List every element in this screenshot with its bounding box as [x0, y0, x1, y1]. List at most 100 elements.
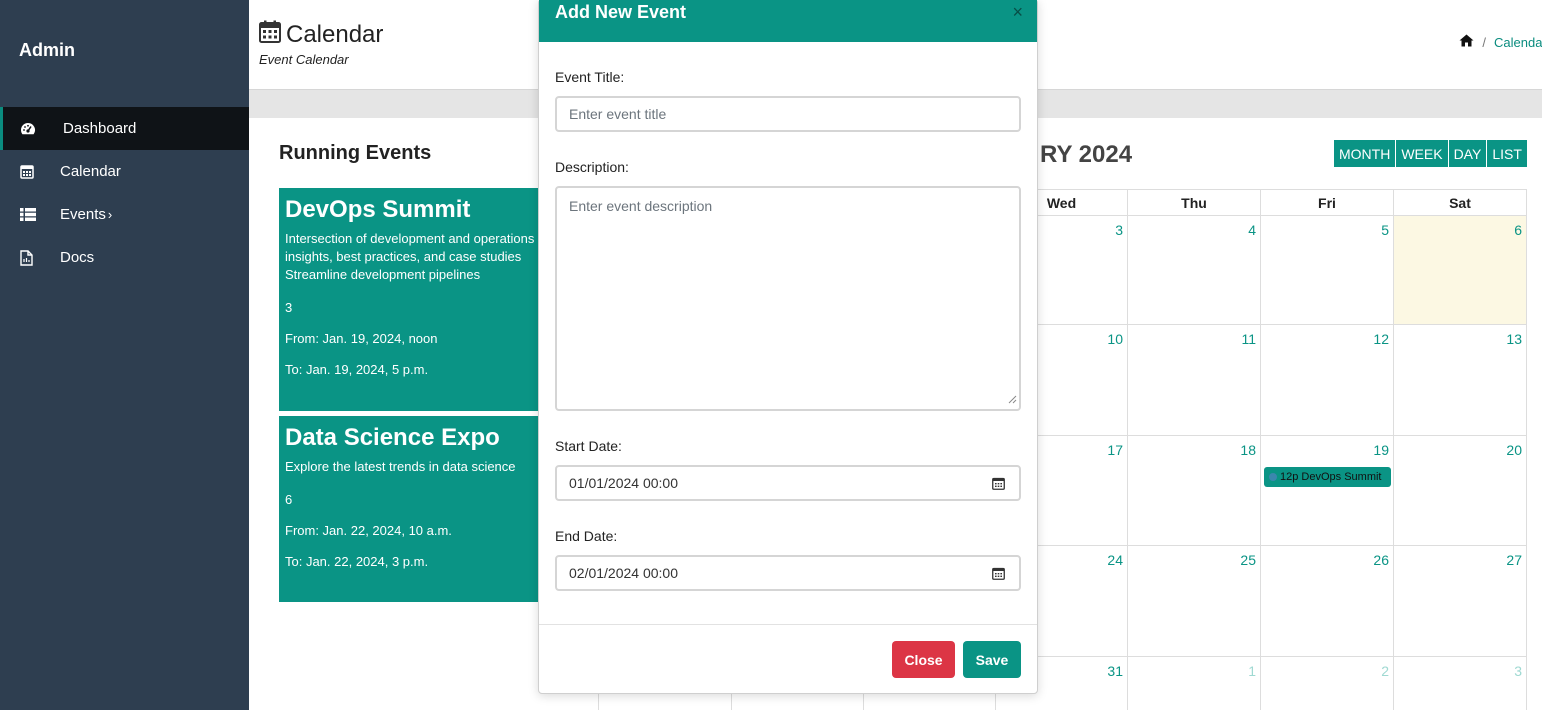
start-date-value: 01/01/2024 00:00: [569, 475, 678, 491]
home-icon[interactable]: [1459, 34, 1474, 50]
calendar-day-cell[interactable]: 25: [1128, 546, 1261, 657]
day-number: 10: [1107, 331, 1123, 347]
brand-title: Admin: [19, 40, 75, 60]
view-month-button[interactable]: MONTH: [1334, 140, 1397, 167]
view-day-button[interactable]: DAY: [1448, 140, 1488, 167]
event-card-to: To: Jan. 22, 2024, 3 p.m.: [285, 554, 429, 569]
end-date-value: 02/01/2024 00:00: [569, 565, 678, 581]
day-number: 1: [1248, 663, 1256, 679]
breadcrumb-separator: /: [1482, 34, 1486, 50]
view-week-button[interactable]: WEEK: [1396, 140, 1449, 167]
day-number: 6: [1514, 222, 1522, 238]
sidebar-item-events[interactable]: Events ›: [0, 193, 249, 236]
event-card-title: Data Science Expo: [285, 424, 500, 451]
calendar-picker-icon[interactable]: [992, 477, 1005, 493]
event-title-input[interactable]: Enter event title: [555, 96, 1021, 132]
day-number: 18: [1240, 442, 1256, 458]
page-subtitle: Event Calendar: [259, 52, 349, 67]
list-icon: [0, 208, 60, 221]
day-number: 17: [1107, 442, 1123, 458]
breadcrumb: / Calendar: [1459, 34, 1542, 50]
description-placeholder: Enter event description: [569, 198, 713, 214]
day-number: 3: [1115, 222, 1123, 238]
calendar-day-header: Thu: [1128, 189, 1261, 216]
day-number: 19: [1373, 442, 1389, 458]
calendar-view-switcher: MONTH WEEK DAY LIST: [1334, 140, 1527, 167]
event-card-title: DevOps Summit: [285, 196, 471, 223]
save-button[interactable]: Save: [963, 641, 1021, 678]
day-number: 3: [1514, 663, 1522, 679]
event-card-description: Explore the latest trends in data scienc…: [285, 459, 516, 474]
sidebar-item-label: Dashboard: [63, 120, 137, 137]
day-number: 12: [1373, 331, 1389, 347]
calendar-event-label: 12p DevOps Summit: [1280, 471, 1382, 483]
day-number: 5: [1381, 222, 1389, 238]
calendar-day-cell[interactable]: 1: [1128, 657, 1261, 710]
day-number: 4: [1248, 222, 1256, 238]
sidebar-item-label: Docs: [60, 249, 95, 266]
calendar-day-cell[interactable]: 2: [1261, 657, 1394, 710]
day-number: 2: [1381, 663, 1389, 679]
calendar-day-cell[interactable]: 4: [1128, 216, 1261, 325]
end-date-input[interactable]: 02/01/2024 00:00: [555, 555, 1021, 591]
calendar-day-cell[interactable]: 11: [1128, 325, 1261, 436]
day-number: 24: [1107, 552, 1123, 568]
event-card-description: Intersection of development and operatio…: [285, 231, 549, 282]
modal-footer-divider: [539, 624, 1037, 625]
calendar-picker-icon[interactable]: [992, 567, 1005, 583]
event-card[interactable]: DevOps Summit Intersection of developmen…: [279, 188, 549, 411]
sidebar-item-label: Calendar: [60, 163, 121, 180]
day-number: 20: [1506, 442, 1522, 458]
calendar-day-cell[interactable]: 19 12p DevOps Summit: [1261, 436, 1394, 546]
running-events-title: Running Events: [279, 142, 432, 164]
calendar-day-cell[interactable]: 13: [1394, 325, 1527, 436]
close-button[interactable]: Close: [892, 641, 955, 678]
event-title-label: Event Title:: [555, 69, 625, 85]
day-number: 26: [1373, 552, 1389, 568]
event-card-from: From: Jan. 19, 2024, noon: [285, 331, 438, 346]
day-number: 27: [1506, 552, 1522, 568]
start-date-label: Start Date:: [555, 438, 622, 454]
calendar-day-cell[interactable]: 12: [1261, 325, 1394, 436]
calendar-day-cell[interactable]: 26: [1261, 546, 1394, 657]
page-title-text: Calendar: [286, 21, 384, 48]
description-label: Description:: [555, 159, 629, 175]
breadcrumb-current[interactable]: Calendar: [1494, 35, 1542, 50]
page-title: Calendar: [259, 20, 383, 50]
start-date-input[interactable]: 01/01/2024 00:00: [555, 465, 1021, 501]
calendar-day-cell[interactable]: 18: [1128, 436, 1261, 546]
calendar-day-cell[interactable]: 27: [1394, 546, 1527, 657]
event-card-to: To: Jan. 19, 2024, 5 p.m.: [285, 362, 429, 377]
view-list-button[interactable]: LIST: [1487, 140, 1527, 167]
event-card[interactable]: Data Science Expo Explore the latest tre…: [279, 416, 549, 602]
sidebar-item-dashboard[interactable]: Dashboard: [0, 107, 249, 150]
sidebar: Admin Dashboard Calendar Events › Docs: [0, 0, 249, 710]
sidebar-item-docs[interactable]: Docs: [0, 236, 249, 279]
day-number: 25: [1240, 552, 1256, 568]
calendar-day-header: Fri: [1261, 189, 1394, 216]
resize-handle-icon[interactable]: [1008, 391, 1017, 407]
document-icon: [0, 249, 60, 266]
modal-title: Add New Event: [555, 2, 687, 22]
calendar-icon: [0, 164, 60, 179]
calendar-day-cell[interactable]: 5: [1261, 216, 1394, 325]
calendar-event[interactable]: 12p DevOps Summit: [1264, 467, 1391, 487]
calendar-day-cell-today[interactable]: 6: [1394, 216, 1527, 325]
dashboard-icon: [3, 122, 63, 136]
add-event-modal: Add New Event × Event Title: Enter event…: [538, 0, 1038, 694]
event-dot-icon: [1269, 473, 1277, 481]
event-card-from: From: Jan. 22, 2024, 10 a.m.: [285, 523, 452, 538]
calendar-day-cell[interactable]: 3: [1394, 657, 1527, 710]
day-number: 31: [1107, 663, 1123, 679]
chevron-right-icon: ›: [107, 207, 113, 222]
day-number: 13: [1506, 331, 1522, 347]
calendar-day-cell[interactable]: 20: [1394, 436, 1527, 546]
description-textarea[interactable]: Enter event description: [555, 186, 1021, 411]
calendar-icon: [259, 20, 286, 50]
event-card-count: 6: [285, 492, 293, 507]
calendar-day-header: Sat: [1394, 189, 1527, 216]
close-icon[interactable]: ×: [1012, 2, 1023, 23]
calendar-month-title: RY 2024: [1040, 141, 1133, 168]
sidebar-item-calendar[interactable]: Calendar: [0, 150, 249, 193]
sidebar-item-label: Events: [60, 206, 106, 223]
